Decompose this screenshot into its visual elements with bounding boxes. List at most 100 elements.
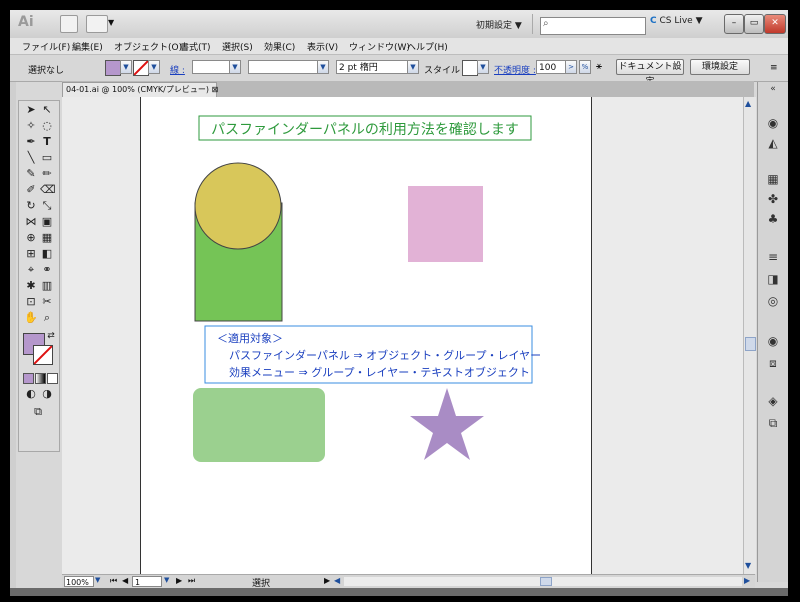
- swap-colors-icon[interactable]: ⇄: [44, 329, 58, 343]
- slice-tool-icon[interactable]: ✂: [40, 295, 54, 309]
- hand-tool-icon[interactable]: ✋: [24, 311, 38, 325]
- mesh-tool-icon[interactable]: ⊞: [24, 247, 38, 261]
- menu-window[interactable]: ウィンドウ(W): [349, 40, 410, 53]
- blob-brush-tool-icon[interactable]: ✐: [24, 183, 38, 197]
- scroll-left-icon[interactable]: ◀: [334, 576, 340, 585]
- yellow-circle[interactable]: [194, 162, 282, 250]
- zoom-dropdown-arrow[interactable]: ▼: [95, 576, 105, 587]
- brush-definition[interactable]: 2 pt 楕円: [336, 60, 408, 74]
- line-tool-icon[interactable]: ╲: [24, 151, 38, 165]
- previous-artboard-icon[interactable]: ◀: [122, 576, 128, 585]
- menu-select[interactable]: 選択(S): [222, 40, 253, 53]
- bridge-icon[interactable]: [60, 15, 78, 33]
- gradient-tool-icon[interactable]: ◧: [40, 247, 54, 261]
- menu-object[interactable]: オブジェクト(O): [114, 40, 182, 53]
- selection-tool-icon[interactable]: ➤: [24, 103, 38, 117]
- opacity-options-arrow[interactable]: %: [579, 60, 591, 74]
- graphic-style-arrow[interactable]: ▼: [477, 60, 489, 74]
- rectangle-tool-icon[interactable]: ▭: [40, 151, 54, 165]
- gradient-mode-icon[interactable]: [35, 373, 46, 384]
- stroke-weight-arrow[interactable]: ▼: [229, 60, 241, 74]
- graph-tool-icon[interactable]: ▥: [40, 279, 54, 293]
- artboard-number-field[interactable]: 1: [132, 576, 162, 587]
- preferences-button[interactable]: 環境設定: [690, 59, 750, 75]
- collapse-dock-icon[interactable]: «: [765, 82, 781, 96]
- variable-width-profile[interactable]: [248, 60, 318, 74]
- opacity-link[interactable]: 不透明度 :: [494, 63, 536, 76]
- direct-selection-tool-icon[interactable]: ↖: [40, 103, 54, 117]
- menu-help[interactable]: ヘルプ(H): [407, 40, 448, 53]
- artboard[interactable]: パスファインダーパネルの利用方法を確認します ＜適用対象＞ パスファインダーパネ…: [140, 97, 592, 574]
- transparency-panel-icon[interactable]: ◎: [765, 294, 781, 308]
- paintbrush-tool-icon[interactable]: ✎: [24, 167, 38, 181]
- scroll-up-icon[interactable]: ▲: [745, 99, 751, 108]
- close-button[interactable]: ✕: [764, 14, 786, 34]
- layers-panel-icon[interactable]: ◈: [765, 394, 781, 408]
- blend-tool-icon[interactable]: ⚭: [40, 263, 54, 277]
- width-tool-icon[interactable]: ⋈: [24, 215, 38, 229]
- eyedropper-tool-icon[interactable]: ⌖: [24, 263, 38, 277]
- document-setup-button[interactable]: ドキュメント設定: [616, 59, 684, 87]
- chevron-down-icon[interactable]: ▼: [108, 18, 114, 27]
- screen-mode-icon[interactable]: ⧉: [31, 405, 45, 419]
- menu-view[interactable]: 表示(V): [307, 40, 338, 53]
- zoom-tool-icon[interactable]: ⌕: [40, 311, 54, 325]
- rounded-green-rectangle[interactable]: [193, 388, 325, 462]
- scale-tool-icon[interactable]: ⤡: [40, 199, 54, 213]
- color-panel-icon[interactable]: ◉: [765, 116, 781, 130]
- search-input[interactable]: [540, 17, 646, 35]
- document-tab[interactable]: 04-01.ai @ 100% (CMYK/プレビュー) ⊠: [62, 82, 219, 97]
- graphic-styles-panel-icon[interactable]: ⧈: [765, 356, 781, 370]
- stroke-weight-field[interactable]: [192, 60, 230, 74]
- artboards-panel-icon[interactable]: ⧉: [765, 416, 781, 430]
- opacity-arrow[interactable]: >: [565, 60, 577, 74]
- vertical-scrollbar[interactable]: ▲ ▼: [743, 97, 756, 574]
- magic-wand-tool-icon[interactable]: ✧: [24, 119, 38, 133]
- profile-arrow[interactable]: ▼: [317, 60, 329, 74]
- stroke-color-box[interactable]: [33, 345, 53, 365]
- menu-edit[interactable]: 編集(E): [72, 40, 103, 53]
- gradient-panel-icon[interactable]: ◨: [765, 272, 781, 286]
- panel-menu-icon[interactable]: ≡: [770, 63, 778, 73]
- cs-live-menu[interactable]: C CS Live ▼: [650, 16, 703, 26]
- pen-tool-icon[interactable]: ✒: [24, 135, 38, 149]
- scroll-right-icon[interactable]: ▶: [744, 576, 750, 585]
- opacity-field[interactable]: 100: [536, 60, 566, 74]
- arrange-documents-icon[interactable]: [86, 15, 108, 33]
- color-guide-icon[interactable]: ◭: [765, 136, 781, 150]
- stroke-swatch[interactable]: [133, 60, 149, 76]
- next-artboard-icon[interactable]: ▶: [176, 576, 182, 585]
- color-mode-icon[interactable]: [23, 373, 34, 384]
- canvas-area[interactable]: パスファインダーパネルの利用方法を確認します ＜適用対象＞ パスファインダーパネ…: [62, 97, 743, 574]
- zoom-field[interactable]: 100%: [64, 576, 94, 587]
- first-artboard-icon[interactable]: ⏮: [110, 576, 117, 586]
- fill-dropdown-arrow[interactable]: ▼: [120, 60, 132, 74]
- menu-type[interactable]: 書式(T): [180, 40, 211, 53]
- scroll-down-icon[interactable]: ▼: [745, 561, 751, 570]
- free-transform-tool-icon[interactable]: ▣: [40, 215, 54, 229]
- draw-behind-icon[interactable]: ◑: [40, 387, 54, 401]
- minimize-button[interactable]: –: [724, 14, 744, 34]
- purple-star[interactable]: [410, 388, 484, 460]
- none-mode-icon[interactable]: [47, 373, 58, 384]
- stroke-link[interactable]: 線 :: [170, 63, 185, 76]
- brush-arrow[interactable]: ▼: [407, 60, 419, 74]
- rotate-tool-icon[interactable]: ↻: [24, 199, 38, 213]
- graphic-style-swatch[interactable]: [462, 60, 478, 76]
- artboard-tool-icon[interactable]: ⊡: [24, 295, 38, 309]
- fill-swatch[interactable]: [105, 60, 121, 76]
- artboard-dropdown-arrow[interactable]: ▼: [164, 576, 169, 584]
- eraser-tool-icon[interactable]: ⌫: [40, 183, 56, 197]
- maximize-button[interactable]: ▭: [744, 14, 764, 34]
- horizontal-scroll-thumb[interactable]: [540, 577, 552, 586]
- swatches-panel-icon[interactable]: ▦: [765, 172, 781, 186]
- symbols-panel-icon[interactable]: ♣: [765, 212, 781, 226]
- status-menu-arrow[interactable]: ▶: [324, 576, 330, 585]
- close-tab-icon[interactable]: ⊠: [212, 85, 219, 94]
- lasso-tool-icon[interactable]: ◌: [40, 119, 54, 133]
- pencil-tool-icon[interactable]: ✏: [40, 167, 54, 181]
- shape-builder-tool-icon[interactable]: ⊕: [24, 231, 38, 245]
- draw-mode-icon[interactable]: ◐: [24, 387, 38, 401]
- pink-square[interactable]: [408, 186, 483, 262]
- last-artboard-icon[interactable]: ⏭: [188, 576, 195, 586]
